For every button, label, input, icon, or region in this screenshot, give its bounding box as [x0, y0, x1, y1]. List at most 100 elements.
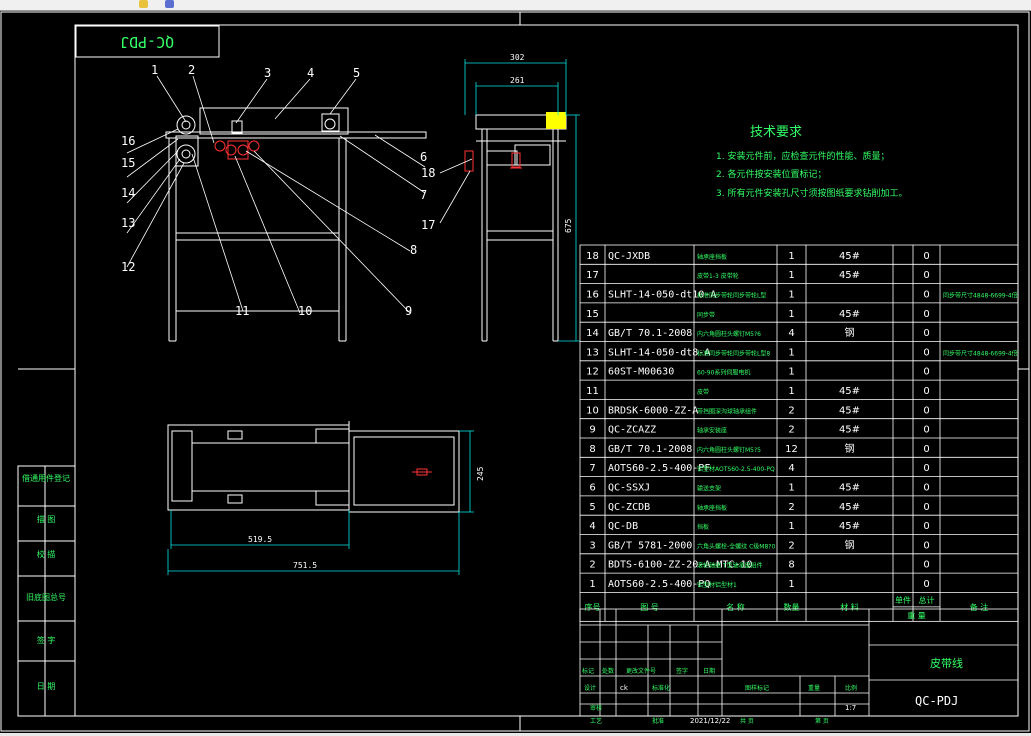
tb-label-count: 处数 [602, 667, 614, 675]
bom-cell-name: 轴承安装座 [697, 427, 727, 435]
bom-cell-n: 8 [589, 444, 595, 455]
dim-302: 302 [510, 53, 525, 62]
bom-cell-name: 60-90系列伺服电机 [697, 369, 750, 377]
bom-cell-code: AOTS60-2.5-400-PQ [608, 579, 710, 590]
bom-cell-mat: 45# [839, 270, 860, 281]
bom-cell-n: 18 [586, 251, 599, 262]
bom-cell-code: GB/T 5781-2000 [608, 540, 692, 551]
toolbar-icon-2[interactable] [165, 0, 174, 8]
bom-table: 18 QC-JXDB 轴承座挡板 1 45# 017 皮带1-3 皮带轮 1 45# 016 SLH… [579, 244, 1019, 622]
callout-7: 7 [420, 188, 427, 202]
tb-label-review: 审核 [590, 704, 602, 712]
tb-designer: ck [620, 684, 629, 692]
bom-cell-name: 标准同步带轮同步带轮L型8 [697, 349, 770, 357]
front-view-red-parts [214, 140, 260, 160]
bom-cell-name: 皮带 [697, 388, 709, 396]
bom-cell-n: 5 [589, 502, 595, 513]
dim-751-5: 751.5 [293, 561, 317, 570]
bom-cell-name: 内六角圆柱头螺钉M5?6 [697, 330, 761, 338]
bom-cell-n: 11 [586, 386, 599, 397]
bom-cell-note: 同步带尺寸4848-6699-4倍 [943, 291, 1018, 299]
side-label-4: 签 字 [37, 635, 56, 645]
bom-cell-mat: 45# [839, 425, 860, 436]
bom-cell-note: 同步带尺寸4848-6699-4倍 [943, 349, 1018, 357]
callout-14: 14 [121, 186, 135, 200]
tb-label-sign: 签字 [676, 667, 688, 675]
bom-cell-mat: 钢 [845, 538, 855, 551]
callout-2: 2 [188, 63, 195, 77]
bom-cell-mat: 钢 [845, 326, 855, 339]
callout-17: 17 [421, 218, 435, 232]
bom-cell-code: QC-DB [608, 521, 638, 532]
bom-cell-qty: 8 [788, 560, 794, 571]
bom-cell-w: 0 [923, 540, 929, 551]
bom-cell-name: 铝型材铝型材1 [697, 581, 737, 589]
bom-cell-code: SLHT-14-050-dt8-A [608, 347, 710, 358]
bom-header-weight: 重 量 [907, 610, 926, 620]
bom-cell-qty: 4 [788, 463, 794, 474]
callout-15: 15 [121, 156, 135, 170]
callout-1: 1 [151, 63, 158, 77]
tb-label-weight: 重量 [808, 684, 820, 692]
callout-13: 13 [121, 216, 135, 230]
bom-cell-code: GB/T 70.1-2008 [608, 444, 692, 455]
bom-cell-mat: 45# [839, 405, 860, 416]
callout-9: 9 [405, 304, 412, 318]
bom-cell-mat: 45# [839, 482, 860, 493]
callout-5: 5 [353, 66, 360, 80]
bom-cell-w: 0 [923, 386, 929, 397]
bom-header-7: 备 注 [970, 602, 989, 612]
bom-cell-n: 17 [586, 270, 599, 281]
callout-6: 6 [420, 150, 427, 164]
bom-header-1: 图 号 [640, 603, 659, 612]
plan-view-red [412, 468, 432, 476]
side-label-0: 借通用件登记 [22, 473, 70, 483]
stamp-text: QC-PDJ [120, 33, 174, 51]
bom-cell-n: 4 [589, 521, 595, 532]
toolbar-icon-1[interactable] [139, 0, 148, 8]
bom-cell-w: 0 [923, 347, 929, 358]
bom-cell-w: 0 [923, 289, 929, 300]
bom-cell-w: 0 [923, 521, 929, 532]
bom-cell-qty: 4 [788, 328, 794, 339]
bom-cell-n: 13 [586, 347, 599, 358]
bom-cell-n: 2 [589, 560, 595, 571]
bom-cell-name: 滚轮轴组 T型轴承座组件 [697, 562, 763, 570]
bom-cell-n: 12 [586, 367, 599, 378]
tech-item-2: 2. 各元件按安装位置标记； [716, 168, 826, 180]
side-label-3: 旧底图总号 [26, 592, 66, 602]
bom-header-5: 单件 [895, 595, 911, 605]
bom-cell-code: QC-JXDB [608, 251, 650, 262]
cad-drawing[interactable]: QC-PDJ 借通用件登记 描 图 校 描 旧底图总号 签 字 日 期 1 2 … [0, 11, 1031, 733]
bom-cell-n: 6 [589, 482, 595, 493]
tb-label-change: 更改文件号 [626, 667, 656, 675]
bom-cell-w: 0 [923, 405, 929, 416]
tb-label-page: 第 页 [815, 717, 829, 725]
bom-cell-w: 0 [923, 560, 929, 571]
bom-cell-mat: 45# [839, 502, 860, 513]
callout-16: 16 [121, 134, 135, 148]
bom-cell-qty: 1 [788, 386, 794, 397]
callout-8: 8 [410, 243, 417, 257]
side-view-red-parts [464, 150, 522, 172]
bom-cell-qty: 2 [788, 425, 794, 436]
bom-cell-mat: 45# [839, 521, 860, 532]
bom-cell-mat: 45# [839, 309, 860, 320]
side-table: 借通用件登记 描 图 校 描 旧底图总号 签 字 日 期 [17, 368, 76, 717]
bom-cell-name: 轴承座挡板 [697, 253, 727, 261]
bom-cell-code: BRDSK-6000-ZZ-A [608, 405, 698, 416]
bom-cell-w: 0 [923, 270, 929, 281]
bom-cell-name: 标准同步带轮同步带轮L型 [697, 291, 766, 299]
tech-title: 技术要求 [750, 125, 802, 140]
plan-view [167, 421, 460, 513]
bom-cell-n: 7 [589, 463, 595, 474]
bom-cell-code: AOTS60-2.5-400-PF [608, 463, 710, 474]
bom-cell-w: 0 [923, 444, 929, 455]
bom-cell-n: 9 [589, 425, 595, 436]
dim-261: 261 [510, 76, 525, 85]
bom-cell-qty: 1 [788, 309, 794, 320]
tb-label-std: 标准化 [652, 684, 670, 692]
bom-header-4: 材 料 [840, 602, 859, 612]
bom-cell-w: 0 [923, 367, 929, 378]
bom-cell-n: 16 [586, 289, 599, 300]
